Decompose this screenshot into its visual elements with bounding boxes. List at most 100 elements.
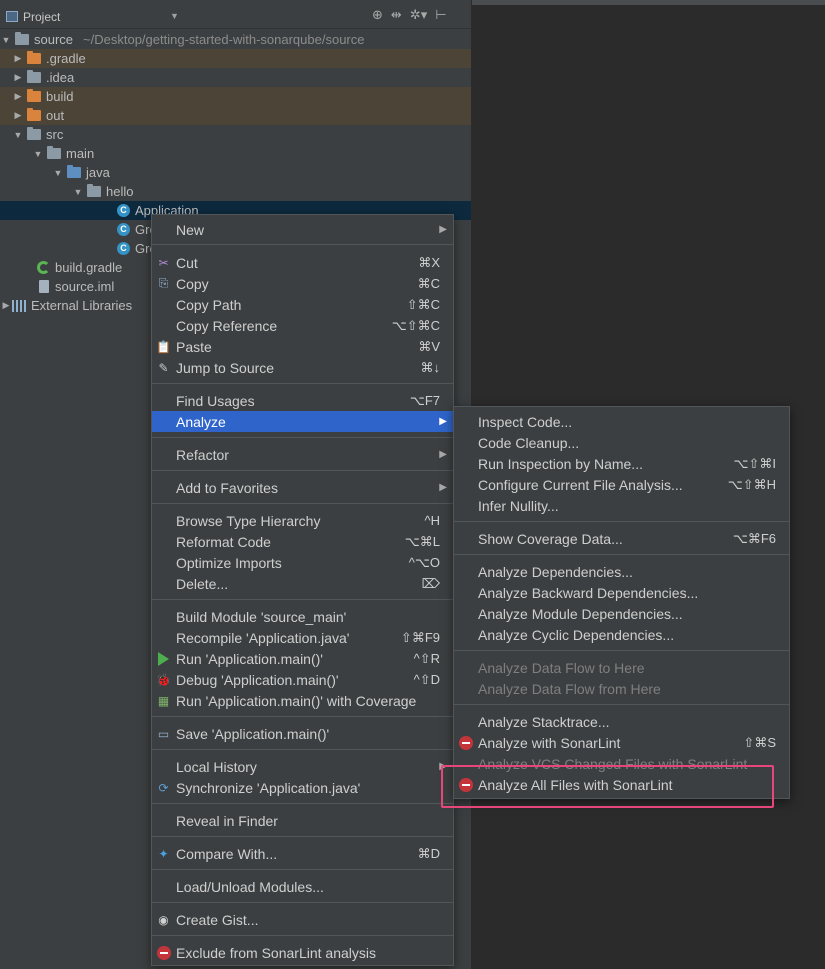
project-view-selector[interactable]: Project xyxy=(6,10,60,24)
expanded-arrow-icon[interactable]: ▼ xyxy=(12,130,24,140)
menu-item-run[interactable]: Run 'Application.main()' ^⇧R xyxy=(152,648,453,669)
submenu-item-data-flow-from-here[interactable]: Analyze Data Flow from Here xyxy=(454,678,789,699)
scroll-from-source-icon[interactable]: ⊕ xyxy=(372,7,383,23)
menu-item-cut[interactable]: ✂ Cut ⌘X xyxy=(152,252,453,273)
submenu-item-run-inspection-by-name[interactable]: Run Inspection by Name... ⌥⇧⌘I xyxy=(454,453,789,474)
menu-separator xyxy=(454,650,789,651)
collapse-all-icon[interactable]: ⇹ xyxy=(391,7,402,23)
chevron-down-icon[interactable]: ▼ xyxy=(170,11,179,21)
tree-node-main[interactable]: ▼ main xyxy=(0,144,471,163)
menu-item-copy-path[interactable]: Copy Path ⇧⌘C xyxy=(152,294,453,315)
project-view-label: Project xyxy=(23,9,61,24)
folder-icon xyxy=(27,70,41,83)
library-icon xyxy=(12,299,26,312)
menu-item-recompile[interactable]: Recompile 'Application.java' ⇧⌘F9 xyxy=(152,627,453,648)
menu-item-create-gist[interactable]: ◉ Create Gist... xyxy=(152,909,453,930)
context-menu: New ▶ ✂ Cut ⌘X ⎘ Copy ⌘C Copy Path ⇧⌘C Copy Re… xyxy=(151,214,454,966)
copy-icon: ⎘ xyxy=(158,276,169,290)
menu-item-delete[interactable]: Delete... ⌦ xyxy=(152,573,453,594)
menu-item-local-history[interactable]: Local History ▶ xyxy=(152,756,453,777)
menu-item-exclude-from-sonarlint[interactable]: Exclude from SonarLint analysis xyxy=(152,942,453,963)
expanded-arrow-icon[interactable]: ▼ xyxy=(52,168,64,178)
tree-node-label: build xyxy=(46,89,74,104)
menu-item-build-module[interactable]: Build Module 'source_main' xyxy=(152,606,453,627)
menu-item-new[interactable]: New ▶ xyxy=(152,219,453,240)
menu-separator xyxy=(152,244,453,245)
run-icon xyxy=(156,651,171,666)
menu-item-load-unload-modules[interactable]: Load/Unload Modules... xyxy=(152,876,453,897)
tree-node-build[interactable]: ▶ build xyxy=(0,87,471,106)
excluded-folder-icon xyxy=(27,89,41,102)
collapsed-arrow-icon[interactable]: ▶ xyxy=(12,110,24,121)
tree-node-idea[interactable]: ▶ .idea xyxy=(0,68,471,87)
submenu-item-show-coverage-data[interactable]: Show Coverage Data... ⌥⌘F6 xyxy=(454,528,789,549)
submenu-item-inspect-code[interactable]: Inspect Code... xyxy=(454,411,789,432)
tree-node-label: main xyxy=(66,146,95,161)
submenu-item-configure-file-analysis[interactable]: Configure Current File Analysis... ⌥⇧⌘H xyxy=(454,474,789,495)
collapsed-arrow-icon[interactable]: ▶ xyxy=(12,72,24,83)
menu-item-reformat-code[interactable]: Reformat Code ⌥⌘L xyxy=(152,531,453,552)
menu-item-run-with-coverage[interactable]: ▦ Run 'Application.main()' with Coverage xyxy=(152,690,453,711)
package-icon xyxy=(87,184,101,197)
menu-item-compare-with[interactable]: ✦ Compare With... ⌘D xyxy=(152,843,453,864)
menu-separator xyxy=(152,503,453,504)
menu-item-save-configuration[interactable]: ▭ Save 'Application.main()' xyxy=(152,723,453,744)
gear-icon[interactable]: ✲▾ xyxy=(410,7,427,23)
class-icon: C xyxy=(117,204,130,217)
tree-node-label: out xyxy=(46,108,65,123)
panel-toolbar: ⊕ ⇹ ✲▾ ⊢ xyxy=(372,7,447,23)
submenu-item-analyze-cyclic-dependencies[interactable]: Analyze Cyclic Dependencies... xyxy=(454,624,789,645)
menu-item-jump-to-source[interactable]: ✎ Jump to Source ⌘↓ xyxy=(152,357,453,378)
menu-item-reveal-in-finder[interactable]: Reveal in Finder xyxy=(152,810,453,831)
submenu-item-analyze-with-sonarlint[interactable]: Analyze with SonarLint ⇧⌘S xyxy=(454,732,789,753)
menu-item-optimize-imports[interactable]: Optimize Imports ^⌥O xyxy=(152,552,453,573)
menu-separator xyxy=(454,521,789,522)
menu-item-add-to-favorites[interactable]: Add to Favorites ▶ xyxy=(152,477,453,498)
submenu-item-analyze-backward-dependencies[interactable]: Analyze Backward Dependencies... xyxy=(454,582,789,603)
class-icon: C xyxy=(117,242,130,255)
menu-item-copy[interactable]: ⎘ Copy ⌘C xyxy=(152,273,453,294)
collapsed-arrow-icon[interactable]: ▶ xyxy=(12,53,24,64)
hide-panel-icon[interactable]: ⊢ xyxy=(435,7,446,23)
tree-node-source[interactable]: ▼ source ~/Desktop/getting-started-with-… xyxy=(0,30,471,49)
tree-node-out[interactable]: ▶ out xyxy=(0,106,471,125)
tree-node-label: .gradle xyxy=(46,51,86,66)
menu-item-paste[interactable]: 📋 Paste ⌘V xyxy=(152,336,453,357)
submenu-arrow-icon: ▶ xyxy=(439,416,447,427)
submenu-item-analyze-dependencies[interactable]: Analyze Dependencies... xyxy=(454,561,789,582)
tree-node-label: build.gradle xyxy=(55,260,123,275)
expanded-arrow-icon[interactable]: ▼ xyxy=(0,35,12,45)
tree-node-label: source xyxy=(34,32,74,47)
collapsed-arrow-icon[interactable]: ▶ xyxy=(0,300,12,311)
submenu-item-infer-nullity[interactable]: Infer Nullity... xyxy=(454,495,789,516)
tree-node-java[interactable]: ▼ java xyxy=(0,163,471,182)
menu-item-refactor[interactable]: Refactor ▶ xyxy=(152,444,453,465)
collapsed-arrow-icon[interactable]: ▶ xyxy=(12,91,24,102)
tree-node-label: External Libraries xyxy=(31,298,133,313)
submenu-item-data-flow-to-here[interactable]: Analyze Data Flow to Here xyxy=(454,657,789,678)
menu-separator xyxy=(152,803,453,804)
tree-node-src[interactable]: ▼ src xyxy=(0,125,471,144)
excluded-folder-icon xyxy=(27,51,41,64)
menu-separator xyxy=(152,869,453,870)
menu-item-synchronize[interactable]: ⟳ Synchronize 'Application.java' xyxy=(152,777,453,798)
scissors-icon: ✂ xyxy=(158,255,169,270)
expanded-arrow-icon[interactable]: ▼ xyxy=(72,187,84,197)
menu-separator xyxy=(152,902,453,903)
menu-item-find-usages[interactable]: Find Usages ⌥F7 xyxy=(152,390,453,411)
menu-separator xyxy=(454,554,789,555)
menu-item-browse-type-hierarchy[interactable]: Browse Type Hierarchy ^H xyxy=(152,510,453,531)
submenu-item-analyze-stacktrace[interactable]: Analyze Stacktrace... xyxy=(454,711,789,732)
menu-separator xyxy=(152,716,453,717)
expanded-arrow-icon[interactable]: ▼ xyxy=(32,149,44,159)
tree-node-gradle-dir[interactable]: ▶ .gradle xyxy=(0,49,471,68)
submenu-arrow-icon: ▶ xyxy=(439,449,447,460)
submenu-item-analyze-module-dependencies[interactable]: Analyze Module Dependencies... xyxy=(454,603,789,624)
menu-item-analyze[interactable]: Analyze ▶ xyxy=(152,411,453,432)
menu-item-debug[interactable]: 🐞 Debug 'Application.main()' ^⇧D xyxy=(152,669,453,690)
tree-node-hello[interactable]: ▼ hello xyxy=(0,182,471,201)
tree-node-label: hello xyxy=(106,184,134,199)
submenu-item-code-cleanup[interactable]: Code Cleanup... xyxy=(454,432,789,453)
menu-item-copy-reference[interactable]: Copy Reference ⌥⇧⌘C xyxy=(152,315,453,336)
module-path-hint: ~/Desktop/getting-started-with-sonarqube… xyxy=(83,32,365,47)
